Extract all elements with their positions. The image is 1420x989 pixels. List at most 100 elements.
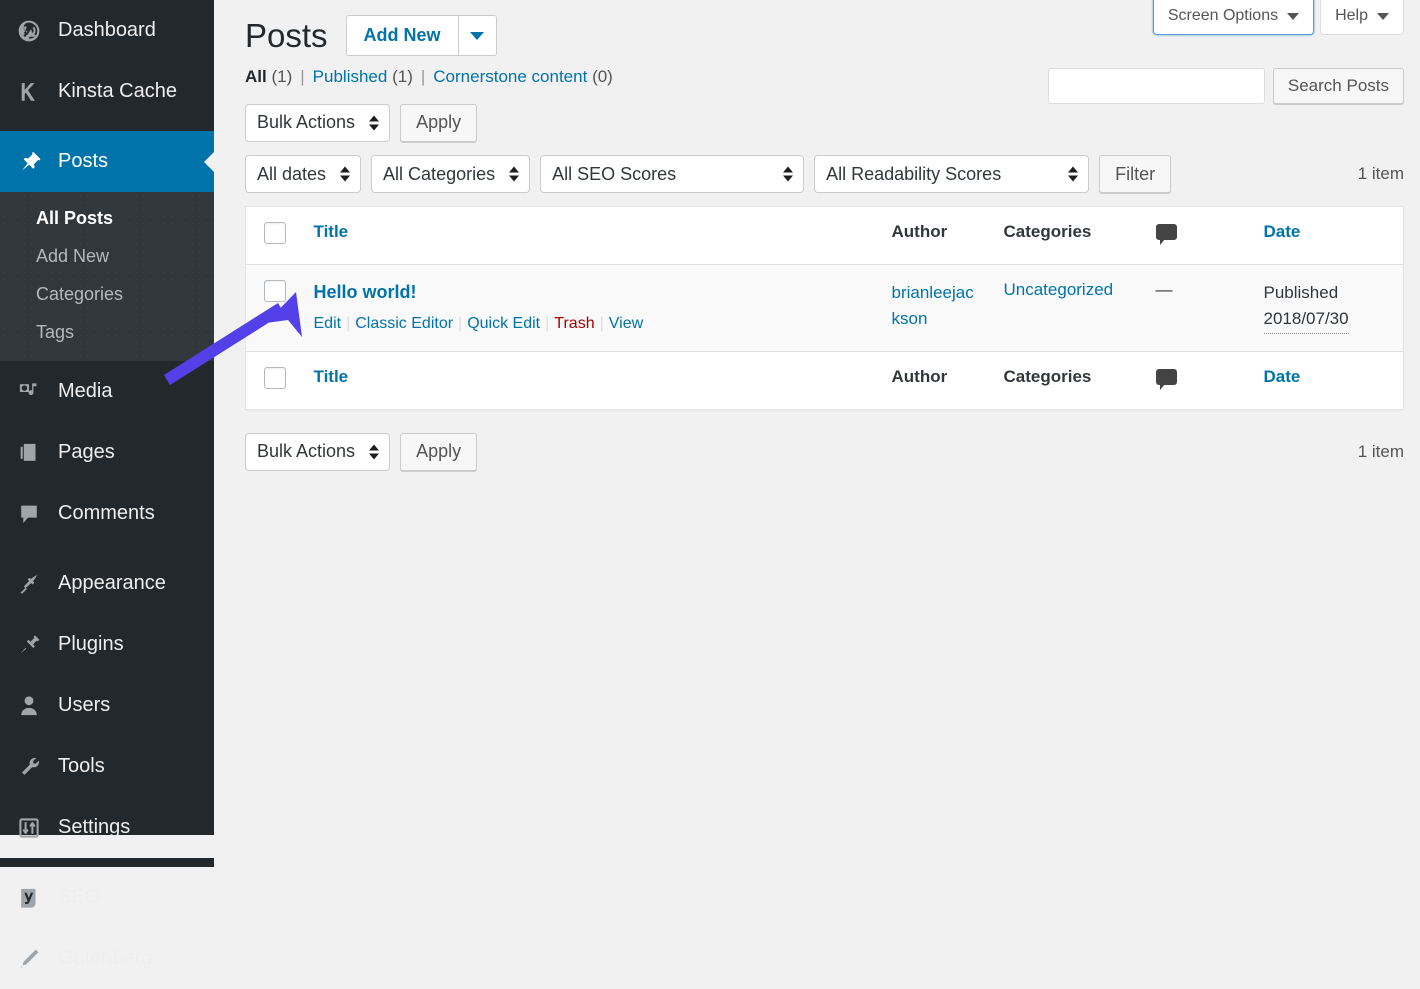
- filter-link-all-wrap: All (1): [245, 67, 292, 87]
- sidebar-item-label: Posts: [58, 150, 108, 173]
- sidebar-subitem-tags[interactable]: Tags: [0, 313, 214, 351]
- post-author-link[interactable]: brianleejackson: [892, 280, 980, 333]
- bulk-actions-value: Bulk Actions: [257, 441, 355, 462]
- date-filter-select[interactable]: All dates: [245, 155, 361, 193]
- sidebar-item-plugins[interactable]: Plugins: [0, 614, 214, 675]
- sidebar-item-label: Plugins: [58, 633, 124, 656]
- row-categories-cell: Uncategorized: [994, 265, 1146, 352]
- help-label: Help: [1335, 7, 1368, 25]
- add-new-button[interactable]: Add New: [346, 15, 459, 56]
- sidebar-item-tools[interactable]: Tools: [0, 736, 214, 797]
- yoast-seo-icon: [14, 883, 44, 913]
- filter-link-all[interactable]: All: [245, 67, 267, 86]
- sidebar-item-pages[interactable]: Pages: [0, 422, 214, 483]
- sidebar-item-appearance[interactable]: Appearance: [0, 553, 214, 614]
- tablenav-bottom: Bulk Actions Apply 1 item: [245, 432, 1404, 471]
- post-title-link[interactable]: Hello world!: [314, 280, 417, 305]
- table-row: Hello world! Edit|Classic Editor|Quick E…: [246, 265, 1404, 352]
- sort-by-title-link[interactable]: Title: [314, 222, 349, 241]
- sidebar-item-gutenberg[interactable]: Gutenberg: [0, 928, 214, 989]
- screen-options-button[interactable]: Screen Options: [1153, 0, 1314, 35]
- readability-score-filter-select[interactable]: All Readability Scores: [814, 155, 1089, 193]
- sidebar-item-comments[interactable]: Comments: [0, 483, 214, 544]
- add-new-dropdown-toggle[interactable]: [459, 15, 497, 56]
- sidebar-item-media[interactable]: Media: [0, 361, 214, 422]
- search-posts-button[interactable]: Search Posts: [1273, 68, 1404, 104]
- row-action-quick-edit[interactable]: Quick Edit: [467, 315, 540, 332]
- sort-by-title-link-bottom[interactable]: Title: [314, 367, 349, 386]
- column-header-comments: [1146, 207, 1254, 265]
- apply-bulk-action-button-bottom[interactable]: Apply: [400, 433, 477, 471]
- select-arrows-icon: [783, 167, 793, 182]
- select-arrows-icon: [340, 167, 350, 182]
- table-footer-row: Title Author Categories Date: [246, 352, 1404, 410]
- settings-icon: [14, 813, 44, 843]
- select-all-checkbox-top[interactable]: [264, 222, 286, 244]
- dashboard-icon: [14, 16, 44, 46]
- sidebar-item-users[interactable]: Users: [0, 675, 214, 736]
- column-header-author: Author: [882, 207, 994, 265]
- post-date-value: 2018/07/30: [1264, 306, 1349, 333]
- sidebar-item-seo[interactable]: SEO: [0, 867, 214, 928]
- seo-score-filter-select[interactable]: All SEO Scores: [540, 155, 804, 193]
- sidebar-item-label: Pages: [58, 441, 115, 464]
- row-action-edit[interactable]: Edit: [314, 315, 342, 332]
- row-action-classic-editor[interactable]: Classic Editor: [355, 315, 453, 332]
- kinsta-cache-icon: [14, 77, 44, 107]
- row-action-separator: |: [346, 315, 350, 332]
- sidebar-item-label: Tools: [58, 755, 105, 778]
- users-icon: [14, 691, 44, 721]
- chevron-down-icon: [1377, 13, 1389, 20]
- filter-separator: |: [300, 67, 304, 87]
- chevron-down-icon: [470, 32, 484, 40]
- select-arrows-icon: [369, 115, 379, 130]
- readability-filter-value: All Readability Scores: [826, 164, 1001, 185]
- row-action-view[interactable]: View: [609, 315, 643, 332]
- search-input[interactable]: [1048, 68, 1265, 104]
- select-all-checkbox-bottom[interactable]: [264, 367, 286, 389]
- post-status-text: Published: [1264, 283, 1339, 302]
- filter-link-published[interactable]: Published: [313, 67, 388, 86]
- comment-bubble-icon: [1156, 369, 1177, 385]
- item-count-top: 1 item: [1358, 164, 1404, 184]
- filter-link-published-wrap: Published (1): [313, 67, 413, 87]
- active-menu-pointer: [204, 152, 214, 172]
- sidebar-item-dashboard[interactable]: Dashboard: [0, 0, 214, 61]
- row-actions: Edit|Classic Editor|Quick Edit|Trash|Vie…: [314, 312, 872, 336]
- bulk-actions-value: Bulk Actions: [257, 112, 355, 133]
- row-title-cell: Hello world! Edit|Classic Editor|Quick E…: [304, 265, 882, 352]
- filter-separator: |: [421, 67, 425, 87]
- sidebar-separator-3: [0, 858, 214, 867]
- help-button[interactable]: Help: [1320, 0, 1404, 35]
- add-new-split-button: Add New: [346, 15, 497, 56]
- table-body: Hello world! Edit|Classic Editor|Quick E…: [246, 265, 1404, 352]
- tools-icon: [14, 752, 44, 782]
- column-footer-author: Author: [882, 352, 994, 410]
- sort-by-date-link[interactable]: Date: [1264, 222, 1301, 241]
- date-filter-value: All dates: [257, 164, 326, 185]
- filter-link-cornerstone-wrap: Cornerstone content (0): [433, 67, 613, 87]
- sidebar-subitem-all-posts[interactable]: All Posts: [0, 199, 214, 237]
- sidebar-item-kinsta-cache[interactable]: Kinsta Cache: [0, 61, 214, 122]
- sort-by-date-link-bottom[interactable]: Date: [1264, 367, 1301, 386]
- main-content: Screen Options Help Posts Add New All (1…: [214, 0, 1420, 835]
- sidebar-subitem-add-new[interactable]: Add New: [0, 237, 214, 275]
- post-category-link[interactable]: Uncategorized: [1004, 280, 1114, 299]
- category-filter-select[interactable]: All Categories: [371, 155, 530, 193]
- sidebar-item-posts[interactable]: Posts: [0, 131, 214, 192]
- bulk-actions-select-top[interactable]: Bulk Actions: [245, 104, 390, 142]
- bulk-actions-select-bottom[interactable]: Bulk Actions: [245, 433, 390, 471]
- row-action-separator: |: [600, 315, 604, 332]
- sidebar-item-settings[interactable]: Settings: [0, 797, 214, 858]
- category-filter-value: All Categories: [383, 164, 495, 185]
- filter-button[interactable]: Filter: [1099, 155, 1171, 193]
- gutenberg-pencil-icon: [14, 944, 44, 974]
- row-select-checkbox[interactable]: [264, 280, 286, 302]
- filter-link-cornerstone-content[interactable]: Cornerstone content: [433, 67, 587, 86]
- apply-bulk-action-button-top[interactable]: Apply: [400, 104, 477, 142]
- column-header-categories: Categories: [994, 207, 1146, 265]
- row-action-trash[interactable]: Trash: [554, 315, 594, 332]
- select-arrows-icon: [1068, 167, 1078, 182]
- sidebar-item-label: Media: [58, 380, 112, 403]
- sidebar-subitem-categories[interactable]: Categories: [0, 275, 214, 313]
